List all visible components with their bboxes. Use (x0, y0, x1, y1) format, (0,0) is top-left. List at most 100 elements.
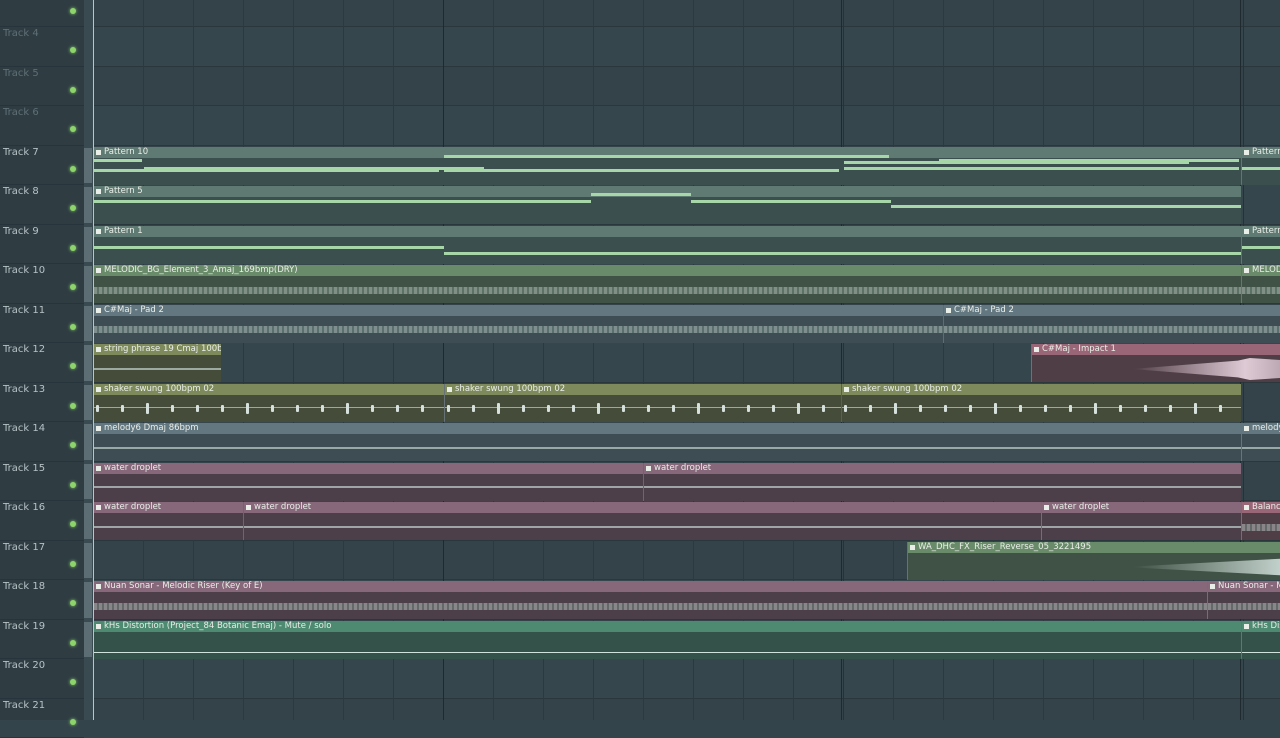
automation-line[interactable] (1242, 652, 1280, 653)
track-header[interactable]: Track 14 (0, 422, 84, 462)
audio-clip[interactable]: Nuan Sonar - Melodic Riser (Key of E) (93, 581, 1207, 619)
track-header[interactable]: Track 3 (0, 0, 84, 27)
track-enable-led-icon[interactable] (70, 47, 76, 53)
audio-clip[interactable]: C#Maj - Pad 2 (93, 305, 943, 343)
track-select-marker[interactable] (84, 582, 92, 618)
track-header[interactable]: Track 15 (0, 462, 84, 502)
track-select-marker[interactable] (84, 306, 92, 342)
automation-line[interactable] (94, 652, 1241, 653)
track-enable-led-icon[interactable] (70, 8, 76, 14)
track-select-marker[interactable] (84, 266, 92, 302)
track-enable-led-icon[interactable] (70, 166, 76, 172)
track-header[interactable]: Track 16 (0, 501, 84, 541)
track-enable-led-icon[interactable] (70, 324, 76, 330)
waveform (1242, 447, 1280, 449)
audio-clip[interactable]: string phrase 19 Cmaj 100bpm (93, 344, 221, 382)
clip-content (94, 316, 943, 343)
track-enable-led-icon[interactable] (70, 482, 76, 488)
track-header[interactable]: Track 18 (0, 580, 84, 620)
track-header[interactable]: Track 6 (0, 106, 84, 146)
track-header[interactable]: Track 9 (0, 225, 84, 265)
playlist-grid[interactable]: Pattern 10Pattern 1Pattern 5Pattern 1Pat… (93, 0, 1280, 720)
clip-content (842, 395, 1241, 422)
audio-clip[interactable]: C#Maj - Impact 1 (1031, 344, 1280, 382)
audio-clip[interactable]: Nuan Sonar - M (1207, 581, 1280, 619)
pattern-clip[interactable]: Pattern 1 (93, 226, 1241, 264)
track-lane[interactable] (93, 699, 1280, 721)
track-lane[interactable] (93, 27, 1280, 67)
waveform (244, 526, 1041, 528)
audio-clip[interactable]: water droplet (93, 502, 243, 540)
track-lane[interactable] (93, 67, 1280, 107)
track-enable-led-icon[interactable] (70, 87, 76, 93)
waveform-transient (497, 403, 500, 414)
audio-clip[interactable]: MELODIC_BG_Element_3_Amaj_169bmp(DRY) (93, 265, 1241, 303)
automation-clip[interactable]: kHs Distort (1241, 621, 1280, 659)
audio-clip[interactable]: melody (1241, 423, 1280, 461)
track-select-marker[interactable] (84, 424, 92, 460)
track-enable-led-icon[interactable] (70, 442, 76, 448)
track-header[interactable]: Track 19 (0, 620, 84, 660)
track-enable-led-icon[interactable] (70, 640, 76, 646)
audio-clip[interactable]: water droplet (1041, 502, 1241, 540)
audio-clip[interactable]: water droplet (93, 463, 643, 501)
track-lane[interactable] (93, 106, 1280, 146)
track-header[interactable]: Track 13 (0, 383, 84, 423)
track-select-marker[interactable] (84, 148, 92, 184)
track-lane[interactable] (93, 0, 1280, 27)
track-name: Track 15 (3, 463, 45, 474)
track-enable-led-icon[interactable] (70, 521, 76, 527)
audio-clip[interactable]: MELODIC (1241, 265, 1280, 303)
automation-clip[interactable]: kHs Distortion (Project_84 Botanic Emaj)… (93, 621, 1241, 659)
audio-clip[interactable]: C#Maj - Pad 2 (943, 305, 1280, 343)
track-header[interactable]: Track 17 (0, 541, 84, 581)
audio-clip[interactable]: water droplet (243, 502, 1041, 540)
audio-clip[interactable]: melody6 Dmaj 86bpm (93, 423, 1241, 461)
track-enable-led-icon[interactable] (70, 363, 76, 369)
track-lane[interactable] (93, 659, 1280, 699)
track-enable-led-icon[interactable] (70, 284, 76, 290)
audio-clip[interactable]: shaker swung 100bpm 02 (93, 384, 444, 422)
track-header[interactable]: Track 7 (0, 146, 84, 186)
track-select-marker[interactable] (84, 345, 92, 381)
track-header[interactable]: Track 8 (0, 185, 84, 225)
waveform-transient (722, 405, 725, 412)
track-header[interactable]: Track 20 (0, 659, 84, 699)
pattern-clip[interactable]: Pattern 10 (93, 147, 1241, 185)
track-select-marker[interactable] (84, 543, 92, 579)
audio-clip[interactable]: shaker swung 100bpm 02 (444, 384, 841, 422)
track-header[interactable]: Track 11 (0, 304, 84, 344)
track-enable-led-icon[interactable] (70, 245, 76, 251)
track-enable-led-icon[interactable] (70, 600, 76, 606)
track-select-marker[interactable] (84, 464, 92, 500)
audio-clip[interactable]: water droplet (643, 463, 1241, 501)
track-enable-led-icon[interactable] (70, 126, 76, 132)
track-enable-led-icon[interactable] (70, 679, 76, 685)
clip-title: kHs Distortion (Project_84 Botanic Emaj)… (94, 621, 1241, 632)
clip-content (94, 592, 1207, 619)
clip-content (1032, 355, 1280, 382)
waveform (94, 326, 943, 333)
audio-clip[interactable]: shaker swung 100bpm 02 (841, 384, 1241, 422)
track-enable-led-icon[interactable] (70, 403, 76, 409)
track-enable-led-icon[interactable] (70, 205, 76, 211)
pattern-clip[interactable]: Pattern 5 (93, 186, 1241, 224)
waveform-transient (969, 405, 972, 412)
track-select-marker[interactable] (84, 622, 92, 658)
pattern-clip[interactable]: Pattern 1 (1241, 226, 1280, 264)
track-header[interactable]: Track 21 (0, 699, 84, 738)
playhead-marker[interactable] (93, 0, 94, 720)
track-header[interactable]: Track 4 (0, 27, 84, 67)
track-enable-led-icon[interactable] (70, 561, 76, 567)
track-select-marker[interactable] (84, 227, 92, 263)
audio-clip[interactable]: WA_DHC_FX_Riser_Reverse_05_3221495 (907, 542, 1280, 580)
track-header[interactable]: Track 12 (0, 343, 84, 383)
track-select-marker[interactable] (84, 385, 92, 421)
pattern-clip[interactable]: Pattern 1 (1241, 147, 1280, 185)
track-header[interactable]: Track 5 (0, 67, 84, 107)
track-select-marker[interactable] (84, 187, 92, 223)
audio-clip[interactable]: Balanc (1241, 502, 1280, 540)
track-header[interactable]: Track 10 (0, 264, 84, 304)
track-select-marker[interactable] (84, 503, 92, 539)
track-enable-led-icon[interactable] (70, 719, 76, 725)
